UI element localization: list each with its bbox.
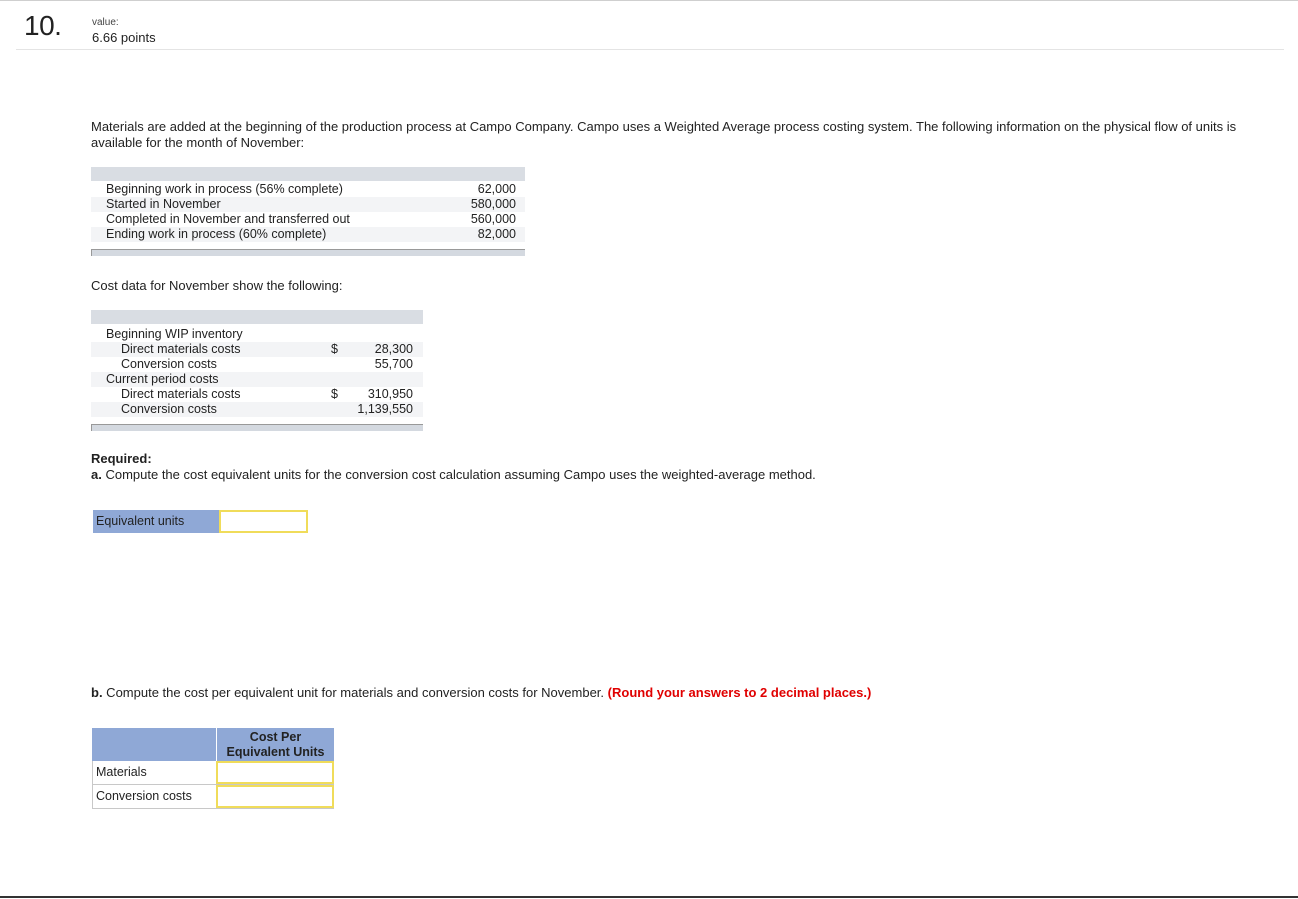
equivalent-units-row: Equivalent units <box>93 510 308 533</box>
rounding-note: (Round your answers to 2 decimal places.… <box>607 685 872 700</box>
equivalent-units-input[interactable] <box>219 510 308 533</box>
value-label: value: <box>92 17 119 28</box>
column-header-cost-per-equivalent-units: Cost Per Equivalent Units <box>216 728 334 761</box>
cost-data-intro: Cost data for November show the followin… <box>91 278 343 293</box>
table-row: Materials <box>92 761 334 785</box>
equivalent-units-label: Equivalent units <box>93 510 219 533</box>
table-bottom-bar <box>91 249 525 256</box>
row-value: 560,000 <box>470 212 516 226</box>
part-b-prefix: b. <box>91 685 103 700</box>
cost-data-table: Beginning WIP inventory Direct materials… <box>91 310 423 431</box>
row-label: Completed in November and transferred ou… <box>106 212 350 226</box>
question-page: 10. value: 6.66 points Materials are add… <box>0 0 1298 899</box>
question-points: 6.66 points <box>92 30 156 45</box>
row-value: 28,300 <box>374 342 413 356</box>
bottom-divider <box>0 896 1298 898</box>
row-value: 82,000 <box>477 227 516 241</box>
dollar-sign: $ <box>331 342 338 356</box>
row-label: Started in November <box>106 197 221 211</box>
row-label: Direct materials costs <box>121 342 241 356</box>
table-row: Beginning WIP inventory <box>91 327 423 342</box>
top-divider <box>0 0 1298 1</box>
header-blank-cell <box>92 728 216 761</box>
row-label: Direct materials costs <box>121 387 241 401</box>
question-intro: Materials are added at the beginning of … <box>91 119 1237 150</box>
row-value: 310,950 <box>367 387 413 401</box>
row-label: Ending work in process (60% complete) <box>106 227 327 241</box>
row-label-conversion-costs: Conversion costs <box>92 785 216 808</box>
part-b-text: Compute the cost per equivalent unit for… <box>102 685 608 700</box>
table-header: Cost Per Equivalent Units <box>92 728 334 761</box>
part-a-prefix: a. <box>91 467 102 482</box>
table-row: Direct materials costs $ 310,950 <box>91 387 423 402</box>
part-a-text: Compute the cost equivalent units for th… <box>101 467 816 482</box>
row-value: 580,000 <box>470 197 516 211</box>
row-label: Beginning WIP inventory <box>106 327 243 341</box>
table-row: Completed in November and transferred ou… <box>91 212 525 227</box>
row-label: Beginning work in process (56% complete) <box>106 182 343 196</box>
table-bottom-bar <box>91 424 423 431</box>
table-top-bar <box>91 310 423 324</box>
required-section: Required: a. Compute the cost equivalent… <box>91 451 816 483</box>
units-flow-table: Beginning work in process (56% complete)… <box>91 167 525 256</box>
table-row: Conversion costs 55,700 <box>91 357 423 372</box>
table-row: Beginning work in process (56% complete)… <box>91 182 525 197</box>
row-label: Conversion costs <box>121 357 217 371</box>
conversion-cost-input[interactable] <box>216 785 334 808</box>
row-label-materials: Materials <box>92 761 216 784</box>
header-line-2: Equivalent Units <box>226 745 325 759</box>
question-number: 10. <box>24 10 62 41</box>
cost-per-equivalent-unit-table: Cost Per Equivalent Units Materials Conv… <box>92 728 334 809</box>
table-row: Direct materials costs $ 28,300 <box>91 342 423 357</box>
materials-cost-input[interactable] <box>216 761 334 784</box>
required-heading: Required: <box>91 451 152 466</box>
row-label: Current period costs <box>106 372 219 386</box>
table-row: Conversion costs <box>92 785 334 809</box>
row-value: 1,139,550 <box>357 402 413 416</box>
dollar-sign: $ <box>331 387 338 401</box>
row-value: 55,700 <box>374 357 413 371</box>
header-divider <box>16 49 1284 50</box>
part-b-prompt: b. Compute the cost per equivalent unit … <box>91 685 871 700</box>
table-row: Started in November 580,000 <box>91 197 525 212</box>
header-line-1: Cost Per <box>249 730 302 744</box>
table-top-bar <box>91 167 525 181</box>
table-row: Current period costs <box>91 372 423 387</box>
row-value: 62,000 <box>477 182 516 196</box>
row-label: Conversion costs <box>121 402 217 416</box>
table-row: Conversion costs 1,139,550 <box>91 402 423 417</box>
table-row: Ending work in process (60% complete) 82… <box>91 227 525 242</box>
